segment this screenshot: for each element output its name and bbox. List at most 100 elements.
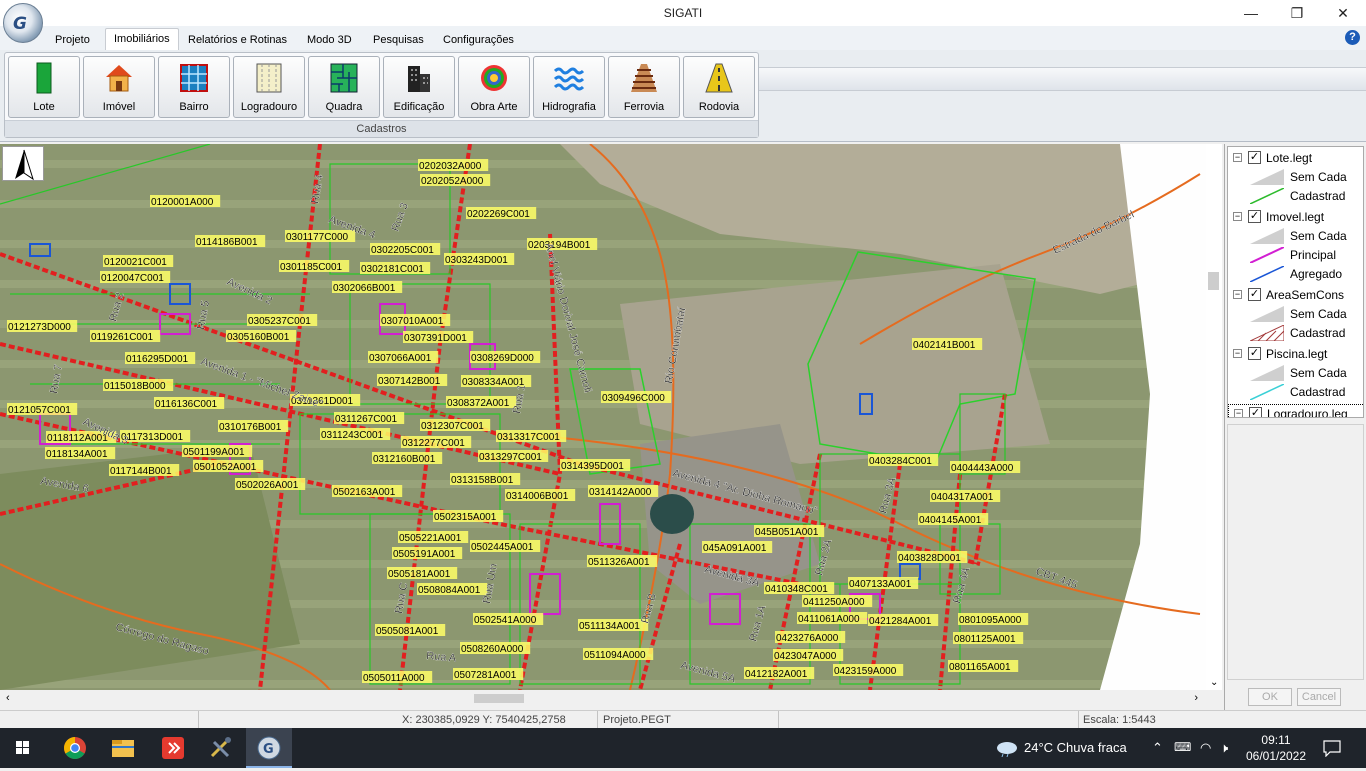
menu-projeto[interactable]: Projeto	[47, 30, 98, 50]
map-view[interactable]: 0202032A000 0202052A000 0202269C001 0203194…	[0, 144, 1222, 690]
parcel-label[interactable]: 0502445A001	[470, 540, 541, 553]
parcel-label[interactable]: 0312160B001	[372, 452, 443, 465]
parcel-label[interactable]: 0411250A000	[802, 595, 873, 608]
parcel-label[interactable]: 0305237C001	[247, 314, 318, 327]
parcel-label[interactable]: 0121057C001	[7, 403, 78, 416]
sigati-icon[interactable]: G	[246, 728, 292, 768]
parcel-label[interactable]: 0501052A001	[193, 460, 264, 473]
parcel-label[interactable]: 0505191A001	[392, 547, 463, 560]
layer-piscina[interactable]: − ✓ Piscina.legt	[1228, 345, 1363, 364]
parcel-label[interactable]: 0307010A001	[380, 314, 451, 327]
scroll-down-icon[interactable]: ⌄	[1210, 677, 1218, 688]
scroll-right-icon[interactable]: ›	[1194, 692, 1198, 704]
menu-pesquisas[interactable]: Pesquisas	[365, 30, 432, 50]
parcel-label[interactable]: 0301185C001	[279, 260, 350, 273]
parcel-label[interactable]: 0309496C000	[601, 391, 672, 404]
parcel-label[interactable]: 0307391D001	[403, 331, 474, 344]
app-logo[interactable]: G	[3, 3, 43, 43]
ok-button[interactable]: OK	[1248, 688, 1292, 706]
layer-piscina-checkbox[interactable]: ✓	[1248, 347, 1261, 360]
imovel-button[interactable]: Imóvel	[83, 56, 155, 118]
parcel-label[interactable]: 0119261C001	[90, 330, 161, 343]
map-horizontal-scrollbar[interactable]: ‹ ›	[0, 690, 1206, 706]
hidrografia-button[interactable]: Hidrografia	[533, 56, 605, 118]
parcel-label[interactable]: 0312307C001	[420, 419, 491, 432]
collapse-icon[interactable]: −	[1233, 153, 1242, 162]
parcel-label[interactable]: 0502163A001	[332, 485, 403, 498]
parcel-label[interactable]: 0404145A001	[918, 513, 989, 526]
input-method-icon[interactable]: ⌨	[1174, 740, 1191, 754]
parcel-label[interactable]: 0508084A001	[417, 583, 488, 596]
parcel-label[interactable]: 0302066B001	[332, 281, 403, 294]
parcel-label[interactable]: 0312277C001	[401, 436, 472, 449]
weather-text[interactable]: 24°C Chuva fraca	[1024, 740, 1127, 755]
parcel-label[interactable]: 0412182A001	[744, 667, 815, 680]
parcel-label[interactable]: 0403828D001	[897, 551, 968, 564]
layer-lote[interactable]: − ✓ Lote.legt	[1228, 149, 1363, 168]
parcel-label[interactable]: 0404443A000	[950, 461, 1021, 474]
parcel-label[interactable]: 0117144B001	[109, 464, 180, 477]
quadra-button[interactable]: Quadra	[308, 56, 380, 118]
menu-imobiliarios[interactable]: Imobiliários	[105, 28, 179, 50]
parcel-label[interactable]: 0508260A000	[460, 642, 531, 655]
scroll-left-icon[interactable]: ‹	[6, 692, 10, 704]
parcel-label[interactable]: 045B051A001	[754, 525, 825, 538]
vertical-scroll-thumb[interactable]	[1208, 272, 1219, 290]
collapse-icon[interactable]: −	[1234, 409, 1243, 417]
wifi-icon[interactable]: ◠	[1200, 740, 1211, 756]
parcel-label[interactable]: 0202052A000	[420, 174, 491, 187]
menu-modo-3d[interactable]: Modo 3D	[299, 30, 360, 50]
parcel-label[interactable]: 0310176B001	[218, 420, 289, 433]
parcel-label[interactable]: 0801165A001	[948, 660, 1019, 673]
parcel-label[interactable]: 045A091A001	[702, 541, 773, 554]
parcel-label[interactable]: 0115018B000	[103, 379, 174, 392]
close-button[interactable]: ✕	[1320, 0, 1366, 26]
parcel-label[interactable]: 0120021C001	[103, 255, 174, 268]
menu-configuracoes[interactable]: Configurações	[435, 30, 522, 50]
parcel-label[interactable]: 0502026A001	[235, 478, 306, 491]
parcel-label[interactable]: 0801125A001	[953, 632, 1024, 645]
parcel-label[interactable]: 0118134A001	[45, 447, 116, 460]
map-vertical-scrollbar[interactable]: ⌄	[1206, 144, 1222, 690]
parcel-label[interactable]: 0404317A001	[930, 490, 1001, 503]
parcel-label[interactable]: 0308269D000	[470, 351, 541, 364]
parcel-label[interactable]: 0407133A001	[848, 577, 919, 590]
layer-logradouro-checkbox[interactable]: ✓	[1249, 407, 1262, 417]
parcel-label[interactable]: 0313158B001	[450, 473, 521, 486]
help-icon[interactable]: ?	[1345, 30, 1360, 45]
parcel-label[interactable]: 0505011A000	[362, 671, 433, 684]
maximize-button[interactable]: ❐	[1274, 0, 1320, 26]
chevron-up-icon[interactable]: ⌃	[1152, 740, 1163, 756]
parcel-label[interactable]: 0507281A001	[453, 668, 524, 681]
parcel-label[interactable]: 0423047A000	[773, 649, 844, 662]
parcel-label[interactable]: 0505221A001	[398, 531, 469, 544]
collapse-icon[interactable]: −	[1233, 212, 1242, 221]
parcel-label[interactable]: 0120001A000	[150, 195, 221, 208]
edificacao-button[interactable]: Edificação	[383, 56, 455, 118]
parcel-label[interactable]: 0801095A000	[958, 613, 1029, 626]
parcel-label[interactable]: 0505081A001	[375, 624, 446, 637]
parcel-label[interactable]: 0423276A000	[775, 631, 846, 644]
tools-icon[interactable]	[198, 728, 244, 768]
parcel-label[interactable]: 0511326A001	[587, 555, 658, 568]
clock[interactable]: 09:11 06/01/2022	[1245, 732, 1307, 764]
cancel-button[interactable]: Cancel	[1297, 688, 1341, 706]
parcel-label[interactable]: 0410348C001	[764, 582, 835, 595]
anydesk-icon[interactable]	[150, 728, 196, 768]
parcel-label[interactable]: 0421284A001	[868, 614, 939, 627]
parcel-label[interactable]: 0305160B001	[226, 330, 297, 343]
lote-button[interactable]: Lote	[8, 56, 80, 118]
parcel-label[interactable]: 0307066A001	[368, 351, 439, 364]
horizontal-scroll-thumb[interactable]	[474, 694, 524, 703]
parcel-label[interactable]: 0302205C001	[370, 243, 441, 256]
parcel-label[interactable]: 0314142A000	[588, 485, 659, 498]
menu-relatorios[interactable]: Relatórios e Rotinas	[180, 30, 295, 50]
windows-start-icon[interactable]	[0, 728, 46, 768]
collapse-icon[interactable]: −	[1233, 349, 1242, 358]
notification-icon[interactable]	[1322, 739, 1342, 757]
parcel-label[interactable]: 0308372A001	[446, 396, 517, 409]
collapse-icon[interactable]: −	[1233, 290, 1242, 299]
parcel-label[interactable]: 0314006B001	[505, 489, 576, 502]
parcel-label[interactable]: 0502541A000	[473, 613, 544, 626]
parcel-label[interactable]: 0423159A000	[833, 664, 904, 677]
